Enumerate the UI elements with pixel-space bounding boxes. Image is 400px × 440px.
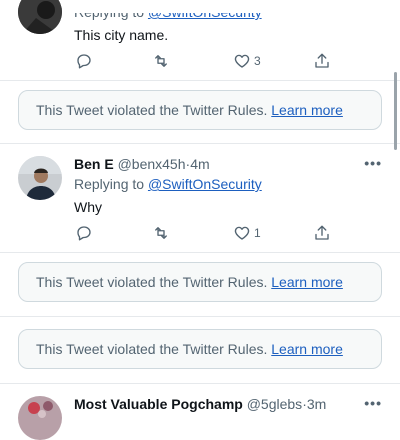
retweet-icon — [155, 227, 167, 239]
avatar[interactable] — [18, 0, 62, 34]
timestamp[interactable]: 4m — [190, 156, 209, 172]
reply-button[interactable] — [75, 52, 93, 70]
learn-more-link[interactable]: Learn more — [271, 102, 343, 118]
divider — [0, 383, 400, 384]
retweet-button[interactable] — [151, 224, 171, 242]
like-button[interactable]: 1 — [233, 224, 261, 242]
share-button[interactable] — [313, 52, 331, 70]
replying-to-line: Replying to @SwiftOnSecurity — [74, 4, 262, 21]
notice-text: This Tweet violated the Twitter Rules. — [36, 341, 268, 357]
reply-icon — [77, 54, 91, 69]
heart-icon — [234, 54, 250, 68]
tweet-header: Ben E @benx45h·4m — [74, 156, 210, 173]
share-icon — [315, 53, 329, 68]
divider — [0, 316, 400, 317]
learn-more-link[interactable]: Learn more — [271, 274, 343, 290]
avatar-image-icon — [18, 396, 62, 440]
replying-handle-link[interactable]: @SwiftOnSecurity — [148, 13, 262, 20]
reply-button[interactable] — [75, 224, 93, 242]
retweet-icon — [155, 55, 167, 67]
timestamp[interactable]: 3m — [307, 396, 326, 412]
avatar[interactable] — [18, 396, 62, 440]
like-count: 1 — [254, 226, 261, 240]
tweet-text: This city name. — [74, 27, 169, 43]
notice-text: This Tweet violated the Twitter Rules. — [36, 102, 268, 118]
scrollbar[interactable] — [394, 72, 397, 150]
retweet-button[interactable] — [151, 52, 171, 70]
more-options-button[interactable]: ••• — [364, 155, 382, 171]
violation-notice: This Tweet violated the Twitter Rules. L… — [18, 262, 382, 302]
tweet-header: Most Valuable Pogchamp @5glebs·3m — [74, 396, 326, 413]
display-name[interactable]: Most Valuable Pogchamp — [74, 396, 243, 412]
like-count: 3 — [254, 54, 261, 68]
avatar-image-icon — [18, 156, 62, 200]
replying-handle-link[interactable]: @SwiftOnSecurity — [148, 176, 262, 192]
divider — [0, 252, 400, 253]
divider — [0, 143, 400, 144]
replying-to-line: Replying to @SwiftOnSecurity — [74, 176, 262, 193]
heart-icon — [234, 226, 250, 240]
learn-more-link[interactable]: Learn more — [271, 341, 343, 357]
share-button[interactable] — [313, 224, 331, 242]
like-button[interactable]: 3 — [233, 52, 261, 70]
notice-text: This Tweet violated the Twitter Rules. — [36, 274, 268, 290]
avatar-image-icon — [18, 0, 62, 34]
violation-notice: This Tweet violated the Twitter Rules. L… — [18, 90, 382, 130]
replying-prefix: Replying to — [74, 176, 145, 192]
more-options-button[interactable]: ••• — [364, 395, 382, 411]
replying-prefix: Replying to — [74, 4, 145, 20]
divider — [0, 80, 400, 81]
user-handle[interactable]: @5glebs — [247, 396, 302, 412]
user-handle[interactable]: @benx45h — [118, 156, 186, 172]
violation-notice: This Tweet violated the Twitter Rules. L… — [18, 329, 382, 369]
tweet-text: Why — [74, 199, 102, 215]
share-icon — [315, 225, 329, 240]
display-name[interactable]: Ben E — [74, 156, 114, 172]
avatar[interactable] — [18, 156, 62, 200]
reply-icon — [77, 226, 91, 241]
